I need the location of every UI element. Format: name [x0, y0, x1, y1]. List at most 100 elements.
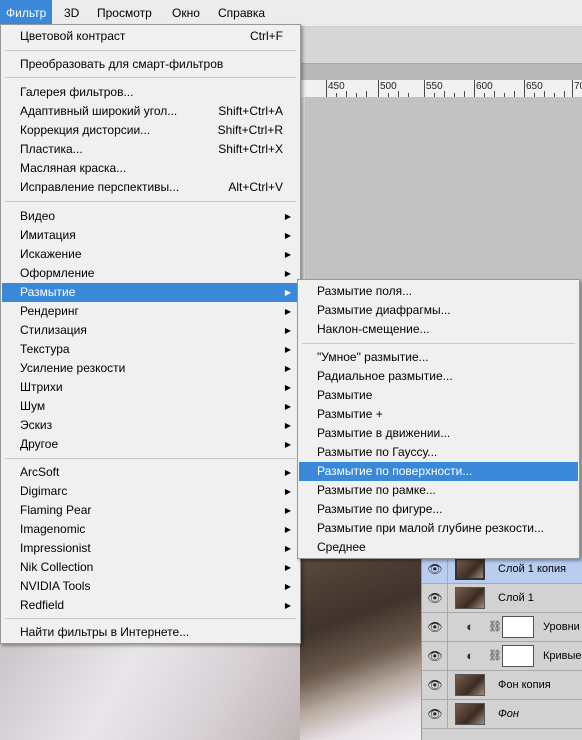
- menu-item-sharpen[interactable]: Усиление резкости ▶: [2, 359, 299, 378]
- menu-item-shortcut: Shift+Ctrl+X: [218, 142, 283, 156]
- submenu-item-average[interactable]: Среднее: [299, 538, 578, 557]
- menu-item-label: Наклон-смещение...: [317, 322, 430, 336]
- menu-item-nvidia-tools[interactable]: NVIDIA Tools ▶: [2, 577, 299, 596]
- layer-row[interactable]: 👁 Слой 1: [422, 584, 582, 613]
- menu-item-stylize[interactable]: Стилизация ▶: [2, 321, 299, 340]
- submenu-item-field-blur[interactable]: Размытие поля...: [299, 282, 578, 301]
- eye-icon[interactable]: 👁: [426, 676, 444, 694]
- submenu-arrow-icon: ▶: [284, 364, 291, 373]
- menu-item-flaming-pear[interactable]: Flaming Pear ▶: [2, 501, 299, 520]
- layer-name: Слой 1 копия: [498, 563, 567, 575]
- layer-row[interactable]: 👁 Фон копия: [422, 671, 582, 700]
- menu-item-browse-filters-online[interactable]: Найти фильтры в Интернете...: [2, 623, 299, 642]
- menu-item-imagenomic[interactable]: Imagenomic ▶: [2, 520, 299, 539]
- layer-name: Слой 1: [498, 592, 534, 604]
- menu-item-digimarc[interactable]: Digimarc ▶: [2, 482, 299, 501]
- eye-icon[interactable]: 👁: [426, 589, 444, 607]
- menu-help[interactable]: Справка: [212, 0, 271, 26]
- menu-item-texture[interactable]: Текстура ▶: [2, 340, 299, 359]
- menu-item-label: Nik Collection: [20, 560, 94, 574]
- submenu-item-surface-blur[interactable]: Размытие по поверхности...: [299, 462, 578, 481]
- eye-icon[interactable]: 👁: [426, 618, 444, 636]
- menu-item-color-contrast[interactable]: Цветовой контраст Ctrl+F: [2, 27, 299, 46]
- menu-3d[interactable]: 3D: [58, 0, 85, 26]
- menu-item-vanishing-point[interactable]: Исправление перспективы... Alt+Ctrl+V: [2, 178, 299, 197]
- layer-row[interactable]: 👁 ◐ ⛓ Кривые: [422, 642, 582, 671]
- menu-separator: [5, 618, 296, 619]
- layer-row[interactable]: 👁 Слой 1 копия: [422, 555, 582, 584]
- eye-icon[interactable]: 👁: [426, 705, 444, 723]
- menu-item-arcsoft[interactable]: ArcSoft ▶: [2, 463, 299, 482]
- menu-item-redfield[interactable]: Redfield ▶: [2, 596, 299, 615]
- submenu-arrow-icon: ▶: [284, 212, 291, 221]
- menu-item-artistic[interactable]: Имитация ▶: [2, 226, 299, 245]
- menu-item-label: Шум: [20, 399, 46, 413]
- layer-name: Уровни: [543, 621, 580, 633]
- menu-item-pixelate[interactable]: Оформление ▶: [2, 264, 299, 283]
- menu-item-label: Видео: [20, 209, 56, 223]
- menu-item-shortcut: Shift+Ctrl+A: [218, 104, 283, 118]
- adjustment-layer-icon: ◐: [466, 648, 474, 663]
- submenu-arrow-icon: ▶: [284, 402, 291, 411]
- menu-item-video[interactable]: Видео ▶: [2, 207, 299, 226]
- submenu-item-motion-blur[interactable]: Размытие в движении...: [299, 424, 578, 443]
- menu-item-render[interactable]: Рендеринг ▶: [2, 302, 299, 321]
- submenu-item-iris-blur[interactable]: Размытие диафрагмы...: [299, 301, 578, 320]
- submenu-item-blur[interactable]: Размытие: [299, 386, 578, 405]
- layer-row[interactable]: 👁 ◐ ⛓ Уровни: [422, 613, 582, 642]
- menu-item-label: "Умное" размытие...: [317, 350, 429, 364]
- submenu-item-smart-blur[interactable]: "Умное" размытие...: [299, 348, 578, 367]
- menu-item-label: Масляная краска...: [20, 161, 127, 175]
- menu-item-label: Impressionist: [20, 541, 91, 555]
- menu-item-blur[interactable]: Размытие ▶: [2, 283, 299, 302]
- menu-item-oil-paint[interactable]: Масляная краска...: [2, 159, 299, 178]
- menu-item-sketch[interactable]: Эскиз ▶: [2, 416, 299, 435]
- menu-item-convert-smart-filters[interactable]: Преобразовать для смарт-фильтров: [2, 55, 299, 74]
- submenu-arrow-icon: ▶: [284, 544, 291, 553]
- menu-item-nik-collection[interactable]: Nik Collection ▶: [2, 558, 299, 577]
- menu-window[interactable]: Окно: [166, 0, 206, 26]
- menu-item-brush-strokes[interactable]: Штрихи ▶: [2, 378, 299, 397]
- layer-row[interactable]: 👁 Фон: [422, 700, 582, 729]
- photo-image: [300, 555, 422, 740]
- menu-item-lens-correction[interactable]: Коррекция дисторсии... Shift+Ctrl+R: [2, 121, 299, 140]
- ruler-label: 600: [476, 81, 493, 92]
- menu-item-label: Размытие при малой глубине резкости...: [317, 521, 545, 535]
- menu-item-adaptive-wide-angle[interactable]: Адаптивный широкий угол... Shift+Ctrl+A: [2, 102, 299, 121]
- menu-filter[interactable]: Фильтр: [0, 0, 53, 26]
- eye-icon[interactable]: 👁: [426, 560, 444, 578]
- menu-view[interactable]: Просмотр: [91, 0, 158, 26]
- menu-help-label: Справка: [218, 6, 266, 20]
- ruler-label: 450: [328, 81, 345, 92]
- submenu-arrow-icon: ▶: [284, 582, 291, 591]
- layer-name: Фон копия: [498, 679, 551, 691]
- menu-item-other[interactable]: Другое ▶: [2, 435, 299, 454]
- menu-item-label: Адаптивный широкий угол...: [20, 104, 178, 118]
- menu-item-filter-gallery[interactable]: Галерея фильтров...: [2, 83, 299, 102]
- submenu-item-tilt-shift[interactable]: Наклон-смещение...: [299, 320, 578, 339]
- submenu-arrow-icon: ▶: [284, 601, 291, 610]
- submenu-item-radial-blur[interactable]: Радиальное размытие...: [299, 367, 578, 386]
- submenu-item-box-blur[interactable]: Размытие по рамке...: [299, 481, 578, 500]
- submenu-item-lens-blur[interactable]: Размытие при малой глубине резкости...: [299, 519, 578, 538]
- submenu-item-gaussian-blur[interactable]: Размытие по Гауссу...: [299, 443, 578, 462]
- menu-item-label: Размытие: [20, 285, 76, 299]
- menu-item-label: NVIDIA Tools: [20, 579, 91, 593]
- layers-panel: 👁 Слой 1 копия 👁 Слой 1 👁 ◐ ⛓ Уровни 👁 ◐…: [421, 555, 582, 740]
- menu-separator: [5, 458, 296, 459]
- menu-item-label: Штрихи: [20, 380, 63, 394]
- menu-separator: [5, 77, 296, 78]
- eye-icon[interactable]: 👁: [426, 647, 444, 665]
- menu-item-label: Текстура: [20, 342, 70, 356]
- menu-item-noise[interactable]: Шум ▶: [2, 397, 299, 416]
- menu-filter-label: Фильтр: [6, 6, 47, 20]
- menu-item-liquify[interactable]: Пластика... Shift+Ctrl+X: [2, 140, 299, 159]
- submenu-item-blur-more[interactable]: Размытие +: [299, 405, 578, 424]
- submenu-item-shape-blur[interactable]: Размытие по фигуре...: [299, 500, 578, 519]
- menu-item-label: Стилизация: [20, 323, 87, 337]
- ruler-label: 500: [380, 81, 397, 92]
- menu-item-label: Размытие по Гауссу...: [317, 445, 438, 459]
- menu-item-distort[interactable]: Искажение ▶: [2, 245, 299, 264]
- menu-item-impressionist[interactable]: Impressionist ▶: [2, 539, 299, 558]
- menu-3d-label: 3D: [64, 6, 80, 20]
